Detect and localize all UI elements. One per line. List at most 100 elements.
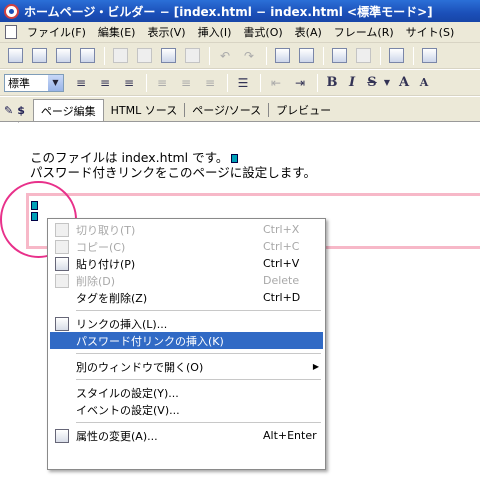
menu-item-label: 切り取り(T) — [76, 223, 136, 237]
toolbar-separator — [260, 73, 261, 92]
menu-edit[interactable]: 編集(E) — [92, 24, 142, 40]
style-select[interactable]: 標準 ▼ — [4, 73, 64, 92]
image-icon[interactable] — [352, 46, 374, 66]
link-icon — [50, 316, 74, 331]
menu-item-label: 貼り付け(P) — [76, 257, 136, 271]
menu-item-shortcut: Alt+Enter — [263, 429, 317, 442]
valign-top-icon[interactable]: ≡ — [151, 73, 173, 93]
toolbar-separator — [227, 73, 228, 92]
document-icon[interactable] — [5, 25, 17, 39]
title-bar: ホームページ・ビルダー − [index.html − index.html <… — [0, 0, 480, 22]
publish-icon[interactable] — [271, 46, 293, 66]
toolbar-separator — [317, 73, 318, 92]
menu-item-open-window[interactable]: 別のウィンドウで開く(O) ▶ — [50, 358, 323, 375]
menu-item-insert-password-link[interactable]: パスワード付リンクの挿入(K) — [50, 332, 323, 349]
chevron-down-icon[interactable]: ▼ — [382, 73, 392, 93]
open-icon[interactable] — [28, 46, 50, 66]
menu-item-label: パスワード付リンクの挿入(K) — [76, 334, 224, 348]
tab-preview[interactable]: プレビュー — [269, 99, 338, 121]
menu-view[interactable]: 表示(V) — [141, 24, 191, 40]
window-title: ホームページ・ビルダー − [index.html − index.html <… — [24, 4, 433, 19]
save-icon[interactable] — [52, 46, 74, 66]
new-icon[interactable] — [4, 46, 26, 66]
chevron-down-icon[interactable]: ▼ — [48, 74, 63, 91]
menu-item-label: 属性の変更(A)... — [76, 429, 158, 443]
cut-icon[interactable] — [109, 46, 131, 66]
strike-button[interactable]: S — [362, 75, 382, 90]
style-select-value: 標準 — [8, 76, 30, 90]
menu-item-label: リンクの挿入(L)... — [76, 317, 168, 331]
redo-icon[interactable]: ↷ — [238, 46, 260, 66]
menu-separator — [76, 310, 321, 311]
menu-item-label: スタイルの設定(Y)... — [76, 386, 179, 400]
tab-tools: ✎ $ — [4, 99, 29, 121]
menu-item-label: タグを削除(Z) — [76, 291, 148, 305]
site-icon[interactable] — [418, 46, 440, 66]
eraser-icon — [50, 273, 74, 288]
tab-page-source[interactable]: ページ/ソース — [185, 99, 268, 121]
menu-insert[interactable]: 挿入(I) — [192, 24, 238, 40]
font-size-up-button[interactable]: A — [394, 75, 414, 90]
menu-item-cut[interactable]: 切り取り(T) Ctrl+X — [50, 221, 323, 238]
context-menu: 切り取り(T) Ctrl+X コピー(C) Ctrl+C 貼り付け(P) Ctr… — [47, 218, 326, 470]
dollar-icon[interactable]: $ — [17, 104, 25, 117]
valign-bottom-icon[interactable]: ≡ — [199, 73, 221, 93]
menu-item-shortcut: Ctrl+C — [263, 240, 300, 253]
copy-icon[interactable] — [133, 46, 155, 66]
tab-page-edit[interactable]: ページ編集 — [32, 99, 104, 121]
menu-item-delete[interactable]: 削除(D) Delete — [50, 272, 323, 289]
bold-button[interactable]: B — [322, 75, 342, 90]
align-right-icon[interactable]: ≡ — [118, 73, 140, 93]
link-icon[interactable] — [328, 46, 350, 66]
format-toolbar: 標準 ▼ ≡ ≡ ≡ ≡ ≡ ≡ ☰ ⇤ ⇥ B I S ▼ A A — [0, 70, 480, 96]
menu-item-shortcut: Delete — [263, 274, 300, 287]
font-size-down-button[interactable]: A — [414, 76, 434, 89]
toolbar-separator — [146, 73, 147, 92]
toolbar-separator — [209, 46, 210, 65]
tab-html-source[interactable]: HTML ソース — [104, 99, 185, 121]
editor-gutter — [0, 122, 19, 482]
preview-icon[interactable] — [385, 46, 407, 66]
italic-button[interactable]: I — [342, 75, 362, 90]
align-left-icon[interactable]: ≡ — [70, 73, 92, 93]
paste-icon[interactable] — [157, 46, 179, 66]
menu-frame[interactable]: フレーム(R) — [328, 24, 400, 40]
list-icon[interactable]: ☰ — [232, 73, 254, 93]
transfer-icon[interactable] — [295, 46, 317, 66]
menu-item-label: 削除(D) — [76, 274, 116, 288]
menu-bar: ファイル(F) 編集(E) 表示(V) 挿入(I) 書式(O) 表(A) フレー… — [0, 22, 480, 43]
toolbar-separator — [380, 46, 381, 65]
app-icon[interactable] — [4, 3, 19, 19]
outdent-icon[interactable]: ⇤ — [265, 73, 287, 93]
menu-item-shortcut: Ctrl+X — [263, 223, 300, 236]
menu-item-event-settings[interactable]: イベントの設定(V)... — [50, 401, 323, 418]
menu-site[interactable]: サイト(S) — [400, 24, 461, 40]
undo-icon[interactable]: ↶ — [214, 46, 236, 66]
menu-item-delete-tag[interactable]: タグを削除(Z) Ctrl+D — [50, 289, 323, 306]
properties-icon — [50, 428, 74, 443]
align-center-icon[interactable]: ≡ — [94, 73, 116, 93]
menu-table[interactable]: 表(A) — [289, 24, 328, 40]
menu-separator — [76, 353, 321, 354]
print-icon[interactable] — [76, 46, 98, 66]
indent-icon[interactable]: ⇥ — [289, 73, 311, 93]
menu-item-label: コピー(C) — [76, 240, 126, 254]
pencil-icon[interactable]: ✎ — [4, 104, 13, 117]
menu-item-style-settings[interactable]: スタイルの設定(Y)... — [50, 384, 323, 401]
menu-item-paste[interactable]: 貼り付け(P) Ctrl+V — [50, 255, 323, 272]
valign-middle-icon[interactable]: ≡ — [175, 73, 197, 93]
standard-toolbar: ↶ ↷ — [0, 43, 480, 69]
menu-separator — [76, 422, 321, 423]
check-icon[interactable] — [181, 46, 203, 66]
menu-separator — [76, 379, 321, 380]
menu-item-copy[interactable]: コピー(C) Ctrl+C — [50, 238, 323, 255]
menu-item-insert-link[interactable]: リンクの挿入(L)... — [50, 315, 323, 332]
toolbar-separator — [104, 46, 105, 65]
submenu-arrow-icon: ▶ — [312, 362, 319, 371]
toolbar-separator — [323, 46, 324, 65]
menu-item-label: 別のウィンドウで開く(O) — [76, 360, 204, 374]
menu-format[interactable]: 書式(O) — [237, 24, 288, 40]
menu-file[interactable]: ファイル(F) — [21, 24, 92, 40]
menu-item-attributes[interactable]: 属性の変更(A)... Alt+Enter — [50, 427, 323, 444]
editor-line-2[interactable]: パスワード付きリンクをこのページに設定します。 — [30, 162, 316, 181]
